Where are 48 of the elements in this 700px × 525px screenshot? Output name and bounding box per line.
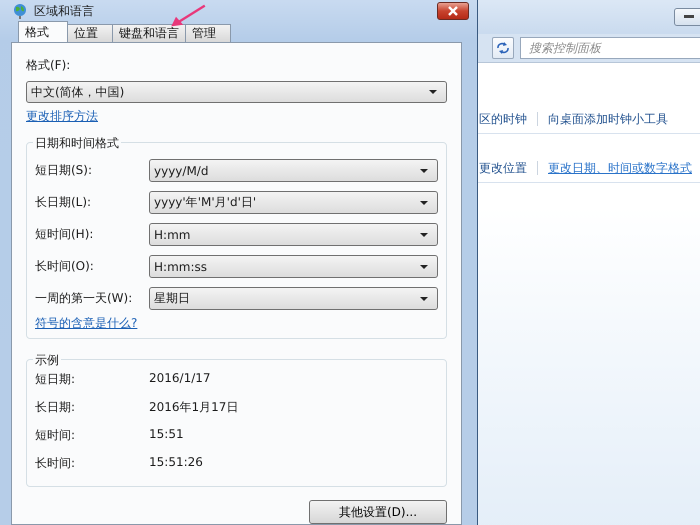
task-link[interactable]: 更改位置 [479, 160, 527, 176]
format-dropdown[interactable]: H:mm:ss [149, 255, 438, 278]
refresh-button[interactable] [492, 37, 514, 59]
caret-icon [420, 168, 428, 172]
settings-button[interactable]: 其他设置(D)... [309, 500, 447, 524]
caret-icon [429, 90, 437, 94]
format-dropdown[interactable]: H:mm [149, 223, 438, 246]
field-label: 短日期(S): [35, 162, 94, 179]
field-label: 长时间(O): [35, 258, 95, 275]
format-dropdown[interactable]: yyyy/M/d [149, 159, 438, 182]
format-dropdown[interactable]: yyyy'年'M'月'd'日' [149, 191, 438, 214]
format-dropdown[interactable]: 中文(简体，中国) [26, 81, 447, 103]
example-value: 2016/1/17 [149, 371, 211, 387]
minimize-icon [684, 15, 694, 19]
example-value: 2016年1月17日 [149, 399, 238, 416]
example-value: 15:51 [149, 427, 184, 443]
help-link[interactable]: 符号的含意是什么? [35, 315, 138, 332]
field-label: 短时间(H): [35, 226, 94, 243]
refresh-icon [496, 42, 510, 54]
example-label: 短时间: [35, 427, 76, 444]
caret-icon [420, 200, 428, 204]
tab[interactable]: 管理 [185, 24, 231, 42]
tab[interactable]: 键盘和语言 [112, 24, 186, 42]
caret-icon [420, 264, 428, 268]
tab[interactable]: 位置 [67, 24, 113, 42]
search-field[interactable]: 搜索控制面板 [520, 37, 700, 59]
globe-icon [12, 3, 28, 19]
example-label: 短日期: [35, 371, 76, 388]
caret-icon [420, 296, 428, 300]
close-icon [447, 6, 459, 16]
window-title: 区域和语言 [34, 2, 94, 20]
group-title: 示例 [33, 352, 61, 369]
example-value: 15:51:26 [149, 455, 203, 471]
tab[interactable]: 格式 [18, 21, 68, 42]
minimize-button[interactable] [674, 8, 700, 26]
example-label: 长时间: [35, 455, 76, 472]
group-title: 日期和时间格式 [33, 135, 121, 152]
format-dropdown[interactable]: 星期日 [149, 287, 438, 310]
caret-icon [420, 232, 428, 236]
sort-link[interactable]: 更改排序方法 [26, 108, 98, 125]
field-label: 一周的第一天(W): [35, 290, 134, 307]
example-label: 长日期: [35, 399, 76, 416]
task-link[interactable]: 区的时钟 [479, 110, 527, 128]
field-label: 长日期(L): [35, 194, 92, 211]
format-label: 格式(F): [26, 57, 72, 74]
task-link[interactable]: 更改日期、时间或数字格式 [548, 160, 692, 176]
task-link[interactable]: 向桌面添加时钟小工具 [548, 110, 668, 128]
close-button[interactable] [437, 2, 469, 20]
